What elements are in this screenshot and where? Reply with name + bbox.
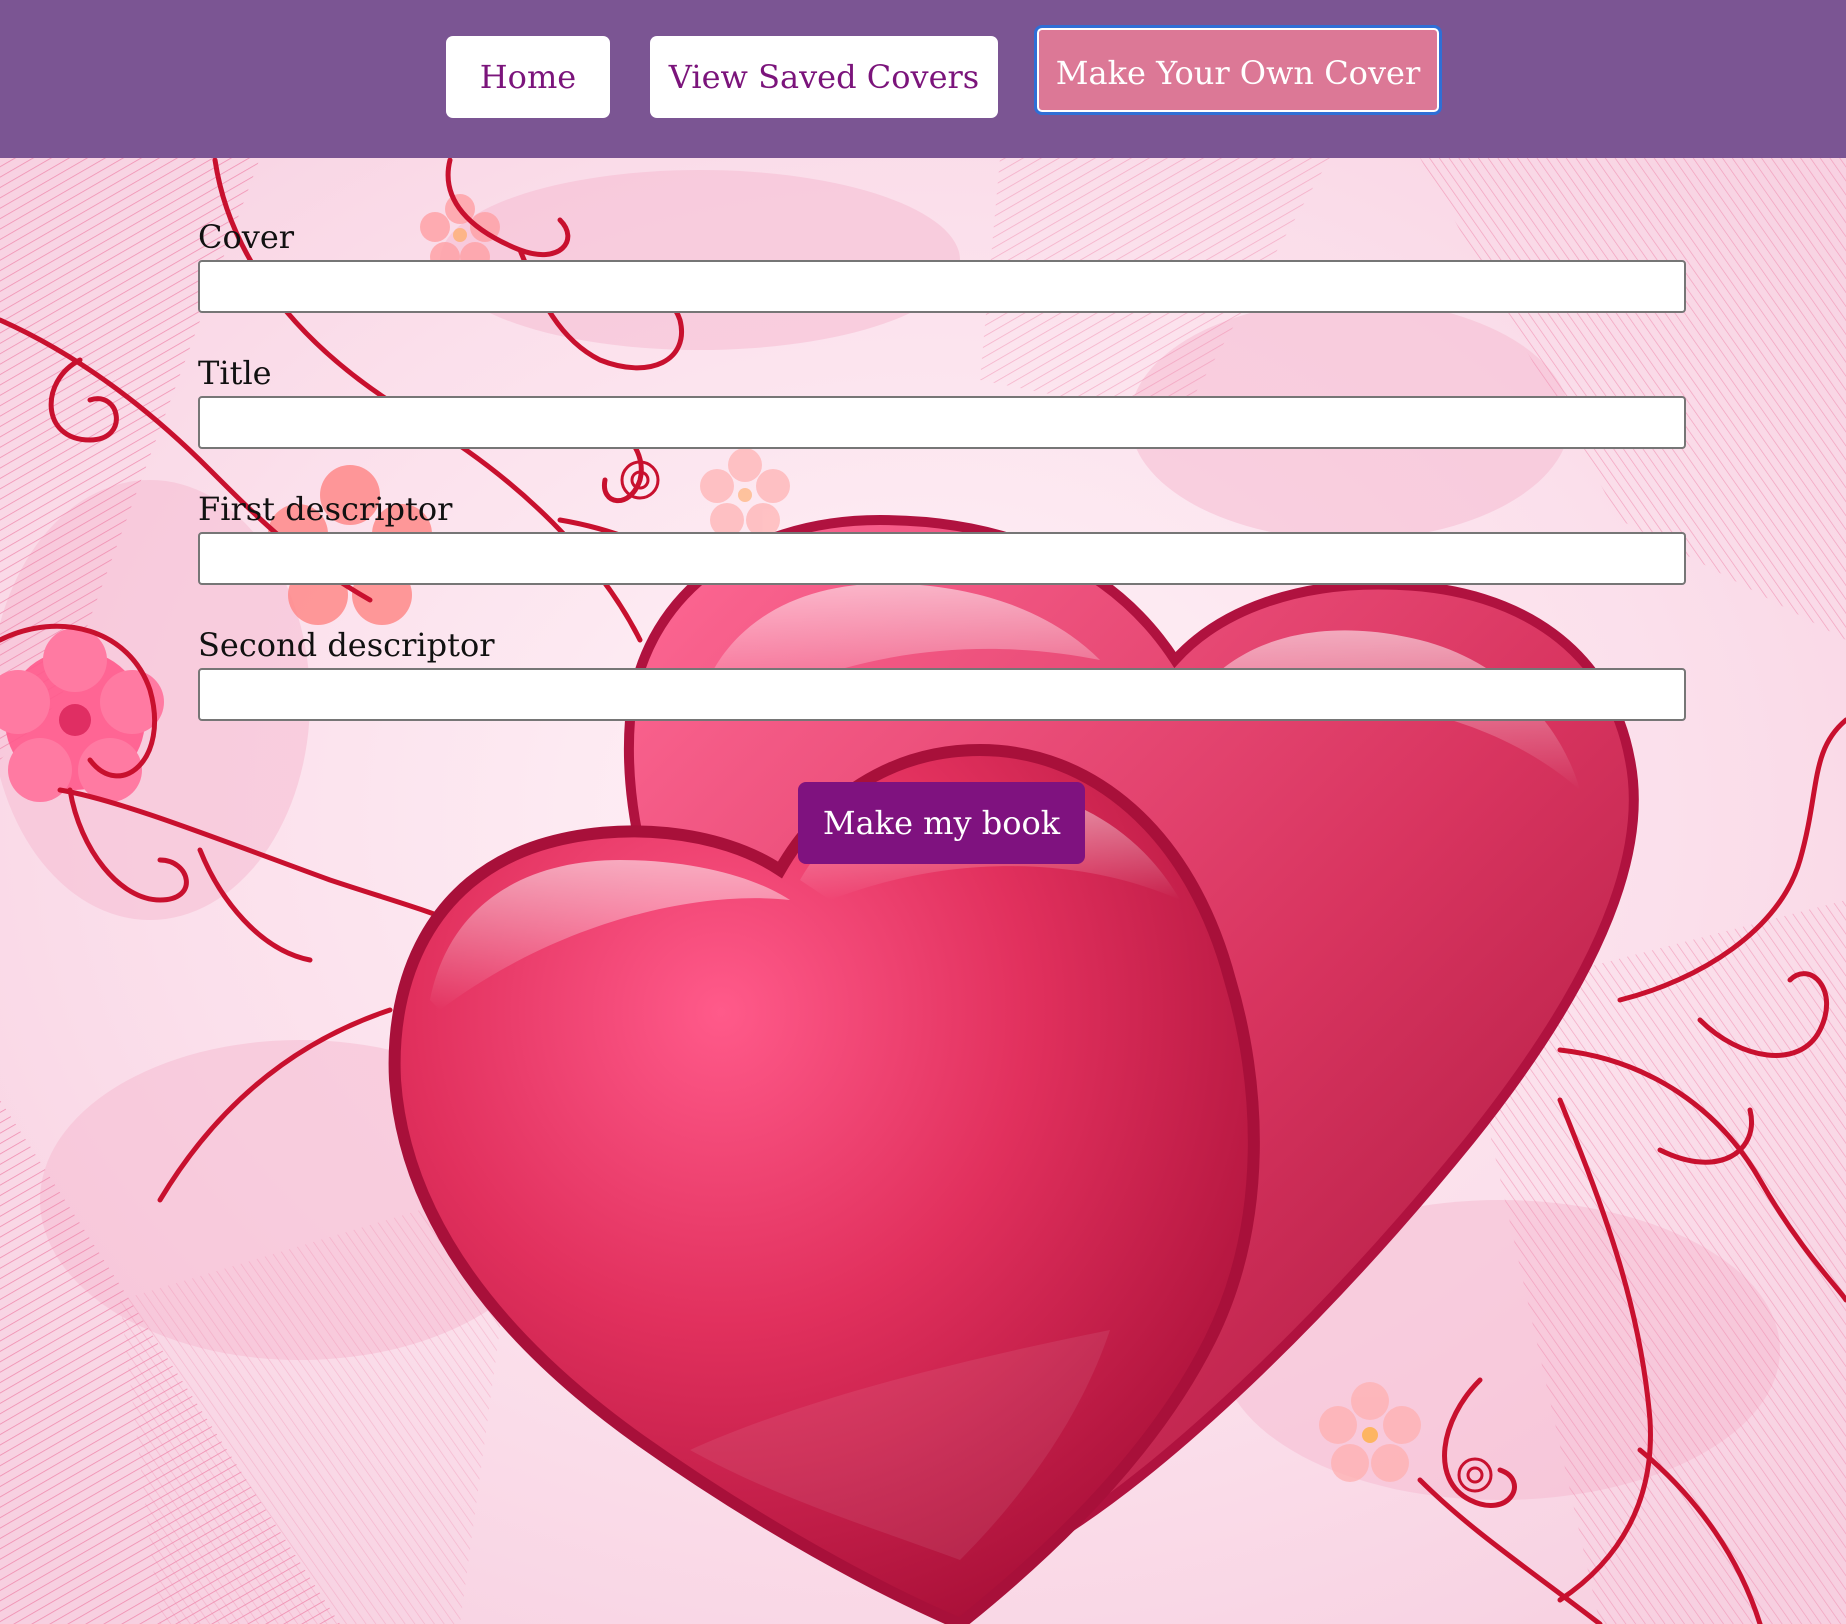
make-your-own-cover-button[interactable]: Make Your Own Cover [1034,25,1442,115]
home-button[interactable]: Home [446,36,610,118]
cover-form: Cover Title First descriptor Second desc… [0,0,1846,1624]
second-descriptor-input[interactable] [198,668,1686,721]
cover-label: Cover [198,218,295,256]
view-saved-covers-button[interactable]: View Saved Covers [650,36,998,118]
make-my-book-button[interactable]: Make my book [798,782,1085,864]
top-nav-bar: Home View Saved Covers Make Your Own Cov… [0,0,1846,158]
title-input[interactable] [198,396,1686,449]
title-label: Title [198,354,272,392]
first-descriptor-input[interactable] [198,532,1686,585]
first-descriptor-label: First descriptor [198,490,453,528]
cover-input[interactable] [198,260,1686,313]
second-descriptor-label: Second descriptor [198,626,495,664]
